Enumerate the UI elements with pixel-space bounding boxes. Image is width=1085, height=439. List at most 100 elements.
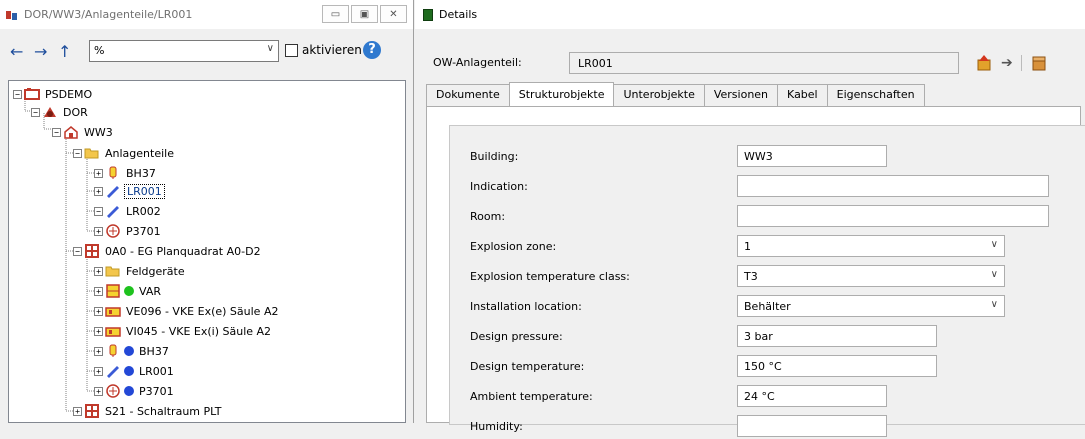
tree-node-label: BH37 bbox=[126, 166, 156, 180]
expand-toggle[interactable]: + bbox=[94, 306, 103, 316]
tree-node-lr001-selected[interactable]: + LR001 bbox=[94, 182, 165, 200]
tree-node-bh37[interactable]: + BH37 bbox=[94, 164, 158, 182]
tab-strukturobjekte[interactable]: Strukturobjekte bbox=[508, 82, 615, 106]
help-icon[interactable]: ? bbox=[363, 41, 381, 59]
tree-node-p3701-field[interactable]: + P3701 bbox=[94, 382, 176, 400]
upload-icon[interactable] bbox=[975, 54, 993, 72]
tree-node-label: DOR bbox=[63, 105, 88, 119]
details-icon bbox=[423, 8, 433, 21]
chevron-down-icon[interactable]: ∨ bbox=[991, 269, 998, 280]
humidity-input[interactable] bbox=[737, 415, 887, 437]
tree-node-feldgeraete[interactable]: + Feldgeräte bbox=[94, 262, 187, 280]
tree-node-vi045[interactable]: + VI045 - VKE Ex(i) Säule A2 bbox=[94, 322, 273, 340]
toolbar-separator bbox=[1020, 55, 1022, 71]
tab-kabel[interactable]: Kabel bbox=[777, 84, 828, 106]
arrow-right-icon[interactable]: ➔ bbox=[1001, 55, 1013, 71]
select-value: T3 bbox=[744, 270, 758, 283]
expand-toggle[interactable]: + bbox=[94, 366, 103, 376]
indication-input[interactable] bbox=[737, 175, 1049, 197]
expand-toggle[interactable]: + bbox=[94, 226, 103, 236]
tree-node-label: P3701 bbox=[139, 384, 174, 398]
ow-row: OW-Anlagenteil: LR001 ➔ bbox=[415, 52, 1085, 74]
tree-node-label: 0A0 - EG Planquadrat A0-D2 bbox=[105, 244, 261, 258]
expand-toggle[interactable]: + bbox=[94, 168, 103, 178]
collapse-toggle[interactable]: − bbox=[13, 89, 22, 99]
level-icon bbox=[107, 366, 119, 378]
installation-location-select[interactable]: Behälter ∨ bbox=[737, 295, 1005, 317]
bh-icon bbox=[109, 166, 117, 179]
pump-icon bbox=[106, 384, 120, 398]
maximize-button[interactable]: ▣ bbox=[351, 5, 378, 23]
tree-node-bh37-field[interactable]: + BH37 bbox=[94, 342, 171, 360]
collapse-toggle[interactable]: − bbox=[73, 148, 82, 158]
tree-node-label: LR002 bbox=[126, 204, 161, 218]
tab-versionen[interactable]: Versionen bbox=[703, 84, 779, 106]
tree-node-var[interactable]: + VAR bbox=[94, 282, 163, 300]
temperature-class-select[interactable]: T3 ∨ bbox=[737, 265, 1005, 287]
tree-node-label: WW3 bbox=[84, 125, 113, 139]
expand-toggle[interactable]: + bbox=[94, 326, 103, 336]
chevron-down-icon[interactable]: ∨ bbox=[991, 299, 998, 310]
field-row-design-temperature: Design temperature: 150 °C bbox=[470, 355, 1085, 379]
field-row-explosion-zone: Explosion zone: 1 ∨ bbox=[470, 235, 1085, 259]
plant-icon bbox=[44, 107, 56, 117]
field-row-building: Building: WW3 bbox=[470, 145, 1085, 169]
up-arrow-icon[interactable]: ↑ bbox=[58, 42, 71, 61]
tree-node-lr001-field[interactable]: + LR001 bbox=[94, 362, 176, 380]
collapse-toggle[interactable]: − bbox=[73, 246, 82, 256]
tree-node-anlagenteile[interactable]: − Anlagenteile bbox=[73, 144, 176, 162]
ambient-temperature-input[interactable]: 24 °C bbox=[737, 385, 887, 407]
tree-node-lr002[interactable]: − LR002 bbox=[94, 202, 163, 220]
expand-toggle[interactable]: + bbox=[94, 286, 103, 296]
tree-node-psdemo[interactable]: − PSDEMO bbox=[13, 85, 94, 103]
status-dot-blue-icon bbox=[124, 366, 134, 376]
expand-toggle[interactable]: + bbox=[94, 386, 103, 396]
tree-node-0a0[interactable]: − 0A0 - EG Planquadrat A0-D2 bbox=[73, 242, 263, 260]
expand-toggle[interactable]: + bbox=[94, 186, 103, 196]
status-dot-green-icon bbox=[124, 286, 134, 296]
tab-dokumente[interactable]: Dokumente bbox=[426, 84, 510, 106]
object-tree[interactable]: − PSDEMO − DOR − WW3 − Anlagenteile + BH… bbox=[8, 80, 406, 423]
design-temperature-input[interactable]: 150 °C bbox=[737, 355, 937, 377]
nav-toolbar: ← → ↑ % ∨ aktivieren ? bbox=[0, 40, 414, 66]
building-input[interactable]: WW3 bbox=[737, 145, 887, 167]
tree-node-ww3[interactable]: − WW3 bbox=[52, 123, 115, 141]
field-label: Explosion zone: bbox=[470, 240, 557, 253]
chevron-down-icon[interactable]: ∨ bbox=[991, 239, 998, 250]
expand-toggle[interactable]: + bbox=[94, 266, 103, 276]
field-row-room: Room: bbox=[470, 205, 1085, 229]
tree-node-p3701[interactable]: + P3701 bbox=[94, 222, 163, 240]
field-row-indication: Indication: bbox=[470, 175, 1085, 199]
close-button[interactable]: ✕ bbox=[380, 5, 407, 23]
tab-eigenschaften[interactable]: Eigenschaften bbox=[826, 84, 925, 106]
folder-icon bbox=[105, 266, 120, 277]
tab-unterobjekte[interactable]: Unterobjekte bbox=[613, 84, 705, 106]
design-pressure-input[interactable]: 3 bar bbox=[737, 325, 937, 347]
chevron-down-icon[interactable]: ∨ bbox=[267, 43, 274, 54]
activate-checkbox[interactable] bbox=[285, 44, 298, 57]
expand-toggle[interactable]: + bbox=[73, 406, 82, 416]
field-row-design-pressure: Design pressure: 3 bar bbox=[470, 325, 1085, 349]
collapse-toggle[interactable]: − bbox=[31, 107, 40, 117]
back-arrow-icon[interactable]: ← bbox=[10, 42, 23, 61]
collapse-toggle[interactable]: − bbox=[52, 127, 61, 137]
unit-icon bbox=[64, 126, 78, 139]
status-dot-blue-icon bbox=[124, 346, 134, 356]
expand-toggle[interactable]: + bbox=[94, 346, 103, 356]
collapse-toggle[interactable]: − bbox=[94, 206, 103, 216]
minimize-button[interactable]: ▭ bbox=[322, 5, 349, 23]
field-row-humidity: Humidity: bbox=[470, 415, 1085, 439]
ow-value-field: LR001 bbox=[569, 52, 959, 74]
tree-node-s21[interactable]: + S21 - Schaltraum PLT bbox=[73, 402, 223, 420]
forward-arrow-icon[interactable]: → bbox=[34, 42, 47, 61]
tree-node-dor[interactable]: − DOR bbox=[31, 103, 90, 121]
filter-combobox[interactable]: % ∨ bbox=[89, 40, 279, 62]
tree-node-label: VE096 - VKE Ex(e) Säule A2 bbox=[126, 304, 279, 318]
room-input[interactable] bbox=[737, 205, 1049, 227]
package-icon[interactable] bbox=[1030, 54, 1048, 72]
tree-node-ve096[interactable]: + VE096 - VKE Ex(e) Säule A2 bbox=[94, 302, 280, 320]
area-icon bbox=[85, 404, 99, 418]
explosion-zone-select[interactable]: 1 ∨ bbox=[737, 235, 1005, 257]
tree-node-label-selected: LR001 bbox=[124, 183, 165, 199]
activate-label[interactable]: aktivieren bbox=[302, 43, 362, 57]
